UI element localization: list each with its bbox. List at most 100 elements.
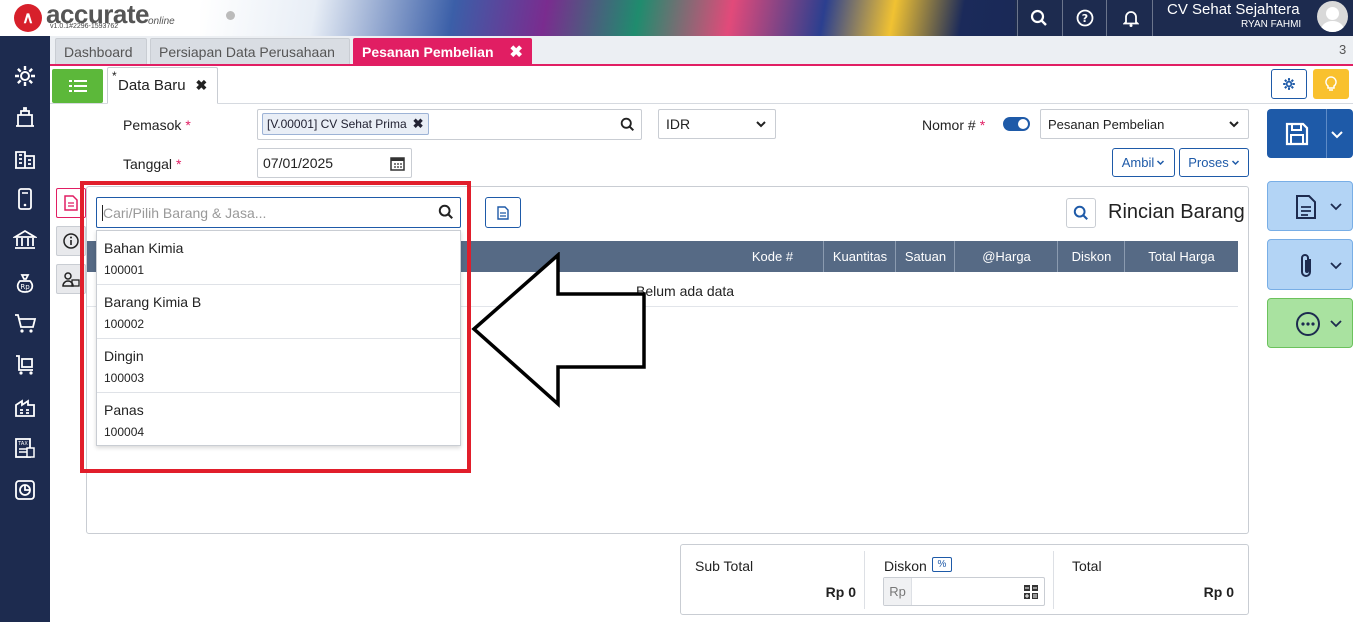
proses-button[interactable]: Proses [1179, 148, 1249, 177]
logo-mark-icon: ∧ [14, 4, 42, 32]
more-actions-button[interactable] [1267, 298, 1353, 348]
chevron-down-icon [1330, 320, 1342, 328]
shopping-cart-icon[interactable] [11, 310, 39, 338]
header-separator [1106, 0, 1107, 36]
top-header: ∧ accurate online v1.0.1#2296-1593762 ? … [0, 0, 1353, 36]
tips-button[interactable] [1313, 69, 1349, 99]
header-separator [1017, 0, 1018, 36]
currency-value: IDR [666, 116, 691, 132]
ambil-button[interactable]: Ambil [1112, 148, 1175, 177]
tanggal-field[interactable]: 07/01/2025 [257, 148, 412, 178]
pemasok-field[interactable]: [V.00001] CV Sehat Prima ✖ [257, 109, 642, 140]
svg-text:?: ? [1082, 12, 1088, 25]
search-items-button[interactable] [1066, 198, 1096, 228]
nomor-type-select[interactable]: Pesanan Pembelian [1040, 109, 1249, 139]
sidebar: Rp TAX [0, 36, 50, 622]
pemasok-chip: [V.00001] CV Sehat Prima ✖ [262, 113, 429, 135]
phone-device-icon[interactable] [11, 185, 39, 213]
chevron-down-icon [756, 121, 766, 128]
tab-pesanan-pembelian[interactable]: Pesanan Pembelian ✖ [353, 38, 532, 64]
chevron-down-icon [1231, 160, 1239, 166]
search-icon[interactable] [1026, 5, 1052, 31]
bell-icon[interactable] [1118, 5, 1144, 31]
calendar-icon[interactable] [390, 156, 405, 171]
remove-chip-icon[interactable]: ✖ [413, 116, 424, 132]
pemasok-chip-text: [V.00001] CV Sehat Prima [267, 117, 407, 131]
currency-select[interactable]: IDR [658, 109, 776, 139]
settings-gear-icon[interactable] [11, 62, 39, 90]
company-name[interactable]: CV Sehat Sejahtera [1167, 1, 1300, 18]
chevron-down-icon[interactable] [1331, 130, 1343, 139]
search-icon[interactable] [620, 117, 635, 132]
pemasok-label: Pemasok * [123, 117, 191, 133]
user-card-icon [62, 272, 80, 287]
diskon-prefix: Rp [884, 578, 912, 605]
list-view-button[interactable] [52, 69, 103, 103]
ambil-label: Ambil [1121, 155, 1155, 170]
print-document-button[interactable] [1267, 181, 1353, 231]
svg-text:TAX: TAX [17, 441, 28, 447]
grid-title: Rincian Barang [1108, 201, 1245, 223]
subtab-data-baru[interactable]: * Data Baru ✖ [107, 67, 218, 104]
tab-label: Dashboard [64, 43, 133, 60]
column-header-harga[interactable]: @Harga [954, 241, 1058, 272]
cart-box-icon[interactable] [11, 351, 39, 379]
help-icon[interactable]: ? [1072, 5, 1098, 31]
close-icon[interactable]: ✖ [196, 77, 208, 94]
item-document-button[interactable] [485, 197, 521, 228]
diskon-label: Diskon [884, 558, 927, 574]
column-header-kuantitas[interactable]: Kuantitas [823, 241, 896, 272]
chevron-down-icon [1157, 160, 1165, 166]
total-label: Total [1072, 558, 1102, 574]
required-mark: * [979, 117, 986, 133]
building-bank-icon[interactable] [11, 103, 39, 131]
empty-grid-text: Belum ada data [636, 283, 735, 299]
user-name[interactable]: RYAN FAHMI [1241, 19, 1301, 30]
version-text: v1.0.1#2296-1593762 [50, 23, 119, 30]
document-lines-icon [64, 195, 78, 211]
proses-label: Proses [1188, 155, 1229, 170]
required-mark: * [176, 156, 182, 172]
diskon-input[interactable]: Rp [883, 577, 1045, 606]
column-header-satuan[interactable]: Satuan [895, 241, 955, 272]
nomor-label-text: Nomor # [922, 117, 976, 133]
unsaved-marker: * [112, 69, 117, 83]
total-value: Rp 0 [1203, 584, 1234, 600]
column-header-diskon[interactable]: Diskon [1057, 241, 1125, 272]
diskon-percent-toggle[interactable]: % [932, 557, 952, 572]
tab-persiapan-data-perusahaan[interactable]: Persiapan Data Perusahaan [150, 38, 350, 64]
header-separator [1152, 0, 1153, 36]
auto-number-toggle[interactable] [1003, 117, 1030, 131]
tax-document-icon[interactable]: TAX [11, 434, 39, 462]
calculator-icon[interactable] [1024, 585, 1038, 599]
save-button[interactable] [1267, 109, 1353, 158]
tanggal-value: 07/01/2025 [263, 155, 334, 171]
split-divider [1326, 109, 1327, 158]
logo-online-text: online [148, 16, 175, 27]
money-bag-icon[interactable]: Rp [11, 269, 39, 297]
form-settings-button[interactable] [1271, 69, 1307, 99]
bank-icon[interactable] [11, 226, 39, 254]
chevron-down-icon [1229, 121, 1239, 128]
chevron-down-icon [1330, 203, 1342, 211]
document-icon [1296, 195, 1316, 219]
column-header-total-harga[interactable]: Total Harga [1124, 241, 1238, 272]
pemasok-label-text: Pemasok [123, 117, 182, 133]
nomor-label: Nomor # * [922, 117, 985, 133]
gear-icon [1283, 78, 1295, 90]
highlight-box [80, 181, 471, 473]
close-icon[interactable]: ✖ [510, 42, 523, 62]
nomor-type-value: Pesanan Pembelian [1048, 116, 1165, 132]
warehouse-icon[interactable] [11, 393, 39, 421]
report-chart-icon[interactable] [11, 476, 39, 504]
company-building-icon[interactable] [11, 145, 39, 173]
avatar[interactable] [1317, 1, 1348, 32]
tab-dashboard[interactable]: Dashboard [55, 38, 147, 64]
column-header-kode[interactable]: Kode # [721, 241, 824, 272]
required-mark: * [185, 117, 191, 133]
chevron-down-icon [1330, 261, 1342, 269]
tanggal-label-text: Tanggal [123, 156, 173, 172]
attachment-button[interactable] [1267, 239, 1353, 290]
header-separator [1062, 0, 1063, 36]
status-dot [226, 11, 235, 20]
